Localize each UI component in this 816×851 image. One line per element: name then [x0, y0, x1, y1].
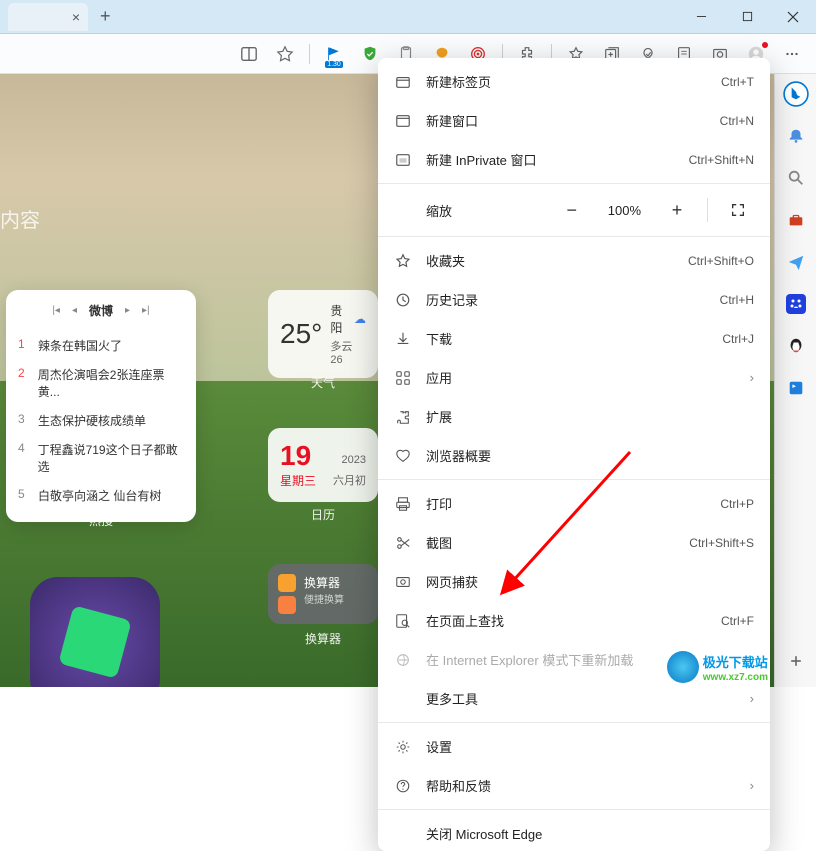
gear-icon	[394, 738, 412, 756]
bing-icon[interactable]	[782, 80, 810, 108]
baidu-icon[interactable]	[782, 290, 810, 318]
capture-icon	[394, 573, 412, 591]
download-icon	[394, 330, 412, 348]
chevron-right-icon: ›	[750, 370, 754, 385]
prev-small-icon[interactable]: ◂	[72, 305, 77, 316]
history-icon	[394, 291, 412, 309]
list-item[interactable]: 1辣条在韩国火了	[18, 331, 184, 360]
menu-screenshot[interactable]: 截图 Ctrl+Shift+S	[378, 523, 770, 562]
next-small-icon[interactable]: ▸	[125, 305, 130, 316]
menu-new-tab[interactable]: 新建标签页 Ctrl+T	[378, 62, 770, 101]
qq-icon[interactable]	[782, 332, 810, 360]
print-icon	[394, 495, 412, 513]
prev-icon[interactable]: |◂	[52, 305, 60, 316]
menu-print[interactable]: 打印 Ctrl+P	[378, 484, 770, 523]
help-icon	[394, 777, 412, 795]
send-icon[interactable]	[782, 248, 810, 276]
weather-card[interactable]: 25° 贵阳☁ 多云 26	[268, 290, 378, 378]
ie-icon	[394, 651, 412, 669]
window-titlebar: × +	[0, 0, 816, 34]
menu-settings[interactable]: 设置	[378, 727, 770, 766]
weather-label: 天气	[268, 374, 378, 391]
menu-extensions[interactable]: 扩展	[378, 397, 770, 436]
converter-sub: 便捷换算	[304, 591, 344, 606]
menu-help[interactable]: 帮助和反馈 ›	[378, 766, 770, 805]
watermark: 极光下载站 www.xz7.com	[667, 651, 768, 683]
weibo-label: 热搜	[6, 512, 196, 529]
converter-label: 换算器	[268, 630, 378, 647]
date-week: 星期三	[280, 474, 316, 488]
add-sidebar-icon[interactable]	[782, 647, 810, 675]
date-day: 19	[280, 440, 311, 471]
edge-sidebar	[774, 74, 816, 687]
window-icon	[394, 112, 412, 130]
minimize-button[interactable]	[678, 0, 724, 34]
temperature: 25°	[280, 318, 322, 350]
star-icon	[394, 252, 412, 270]
menu-more-tools[interactable]: 更多工具 ›	[378, 679, 770, 718]
weather-desc: 多云 26	[330, 338, 366, 366]
scissors-icon	[394, 534, 412, 552]
flag-sidebar-icon[interactable]	[782, 374, 810, 402]
menu-close-edge[interactable]: 关闭 Microsoft Edge	[378, 814, 770, 847]
zoom-label: 缩放	[394, 201, 542, 220]
list-item[interactable]: 4丁程鑫说719这个日子都敢选	[18, 435, 184, 481]
menu-browser-essentials[interactable]: 浏览器概要	[378, 436, 770, 475]
weather-location: 贵阳☁	[330, 302, 366, 336]
settings-menu: 新建标签页 Ctrl+T 新建窗口 Ctrl+N 新建 InPrivate 窗口…	[378, 58, 770, 851]
date-card[interactable]: 19 2023 星期三 六月初	[268, 428, 378, 502]
search-sidebar-icon[interactable]	[782, 164, 810, 192]
list-item[interactable]: 5白敬亭向涵之 仙台有树	[18, 481, 184, 510]
briefcase-icon[interactable]	[782, 206, 810, 234]
new-tab-icon	[394, 73, 412, 91]
find-icon	[394, 612, 412, 630]
new-tab-button[interactable]: +	[100, 6, 111, 27]
favorite-star-icon[interactable]	[269, 38, 301, 70]
list-item[interactable]: 3生态保护硬核成绩单	[18, 406, 184, 435]
close-icon[interactable]: ×	[72, 9, 80, 25]
fullscreen-button[interactable]	[722, 194, 754, 226]
inprivate-icon	[394, 151, 412, 169]
weibo-title: 微博	[89, 302, 113, 319]
menu-new-window[interactable]: 新建窗口 Ctrl+N	[378, 101, 770, 140]
app-icon[interactable]	[30, 577, 160, 687]
maximize-button[interactable]	[724, 0, 770, 34]
bell-icon[interactable]	[782, 122, 810, 150]
close-window-button[interactable]	[770, 0, 816, 34]
menu-favorites[interactable]: 收藏夹 Ctrl+Shift+O	[378, 241, 770, 280]
converter-title: 换算器	[304, 574, 344, 591]
zoom-value: 100%	[608, 203, 641, 218]
chevron-right-icon: ›	[750, 691, 754, 706]
zoom-out-button[interactable]: −	[556, 194, 588, 226]
puzzle-icon	[394, 408, 412, 426]
date-lunar: 六月初	[333, 472, 366, 488]
date-year: 2023	[342, 454, 366, 466]
apps-icon	[394, 369, 412, 387]
more-menu-button[interactable]	[776, 38, 808, 70]
heart-pulse-icon	[394, 447, 412, 465]
menu-zoom: 缩放 − 100% +	[378, 188, 770, 232]
menu-apps[interactable]: 应用 ›	[378, 358, 770, 397]
menu-history[interactable]: 历史记录 Ctrl+H	[378, 280, 770, 319]
menu-web-capture[interactable]: 网页捕获	[378, 562, 770, 601]
split-screen-icon[interactable]	[233, 38, 265, 70]
menu-new-inprivate[interactable]: 新建 InPrivate 窗口 Ctrl+Shift+N	[378, 140, 770, 179]
zoom-in-button[interactable]: +	[661, 194, 693, 226]
search-placeholder: 内容	[0, 204, 40, 233]
next-icon[interactable]: ▸|	[142, 305, 150, 316]
flag-icon[interactable]: 1.30	[318, 38, 350, 70]
menu-downloads[interactable]: 下载 Ctrl+J	[378, 319, 770, 358]
date-label: 日历	[268, 506, 378, 523]
browser-tab[interactable]: ×	[8, 3, 88, 31]
menu-find[interactable]: 在页面上查找 Ctrl+F	[378, 601, 770, 640]
list-item[interactable]: 2周杰伦演唱会2张连座票黄...	[18, 360, 184, 406]
converter-card[interactable]: 换算器 便捷换算	[268, 564, 378, 624]
chevron-right-icon: ›	[750, 778, 754, 793]
weibo-card[interactable]: |◂ ◂ 微博 ▸ ▸| 1辣条在韩国火了 2周杰伦演唱会2张连座票黄... 3…	[6, 290, 196, 522]
